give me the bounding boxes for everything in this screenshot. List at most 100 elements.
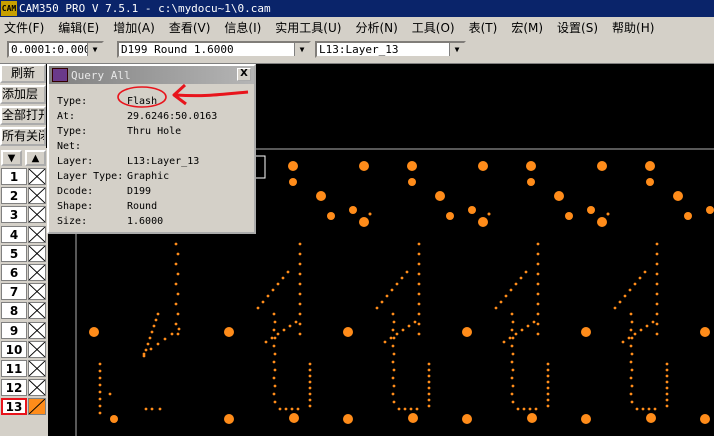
grid-select[interactable]: 0.0001:0.000 ▼ bbox=[7, 41, 104, 58]
pad bbox=[407, 324, 411, 328]
layer-9-swatch[interactable] bbox=[28, 322, 46, 339]
layer-12-button[interactable]: 12 bbox=[1, 379, 27, 396]
chevron-down-icon[interactable]: ▼ bbox=[449, 43, 464, 56]
pad bbox=[298, 292, 302, 296]
chevron-down-icon[interactable]: ▼ bbox=[87, 43, 102, 56]
layer-4-button[interactable]: 4 bbox=[1, 226, 27, 243]
menu-help[interactable]: 帮助(H) bbox=[612, 19, 654, 36]
menu-analysis[interactable]: 分析(N) bbox=[355, 19, 397, 36]
layer-6-button[interactable]: 6 bbox=[1, 264, 27, 281]
pad bbox=[684, 212, 692, 220]
layer-1-swatch[interactable] bbox=[28, 168, 46, 185]
menu-utilities[interactable]: 实用工具(U) bbox=[275, 19, 341, 36]
pad bbox=[272, 328, 276, 332]
pad bbox=[655, 302, 659, 306]
refresh-button[interactable]: 刷新 bbox=[0, 64, 46, 83]
pad bbox=[392, 400, 396, 404]
pad bbox=[655, 262, 659, 266]
pad bbox=[273, 400, 277, 404]
pad bbox=[641, 407, 645, 411]
chevron-down-icon[interactable]: ▼ bbox=[294, 43, 309, 56]
pad bbox=[627, 336, 631, 340]
pad bbox=[270, 336, 274, 340]
pad bbox=[532, 320, 536, 324]
pad bbox=[327, 212, 335, 220]
layer-3-button[interactable]: 3 bbox=[1, 206, 27, 223]
layer-8-button[interactable]: 8 bbox=[1, 302, 27, 319]
layer-11-swatch[interactable] bbox=[28, 360, 46, 377]
pad bbox=[623, 294, 627, 298]
layer-8-swatch[interactable] bbox=[28, 302, 46, 319]
layer-12-swatch[interactable] bbox=[28, 379, 46, 396]
layer-9-button[interactable]: 9 bbox=[1, 322, 27, 339]
pad bbox=[536, 312, 540, 316]
pad bbox=[706, 206, 714, 214]
menu-add[interactable]: 增加(A) bbox=[113, 19, 155, 36]
pad bbox=[272, 376, 276, 380]
pad bbox=[630, 352, 634, 356]
layer-3-swatch[interactable] bbox=[28, 206, 46, 223]
pad bbox=[98, 404, 102, 408]
pad bbox=[665, 368, 669, 372]
add-layer-button[interactable]: 添加层 bbox=[0, 85, 46, 104]
pad bbox=[435, 191, 445, 201]
pad bbox=[629, 328, 633, 332]
layer-down-button[interactable]: ▼ bbox=[1, 150, 22, 166]
menu-settings[interactable]: 设置(S) bbox=[557, 19, 598, 36]
pad bbox=[646, 178, 654, 186]
pad bbox=[308, 404, 312, 408]
layer-13-button[interactable]: 13 bbox=[1, 398, 27, 415]
field-size-value: 1.6000 bbox=[127, 216, 164, 227]
menu-tools[interactable]: 工具(O) bbox=[412, 19, 455, 36]
pad bbox=[651, 320, 655, 324]
layer-2-button[interactable]: 2 bbox=[1, 187, 27, 204]
pad bbox=[581, 414, 591, 424]
menu-macro[interactable]: 宏(M) bbox=[511, 19, 543, 36]
pad bbox=[417, 332, 421, 336]
layer-7-button[interactable]: 7 bbox=[1, 283, 27, 300]
pad bbox=[511, 320, 515, 324]
title-bar: CAM CAM350 PRO V 7.5.1 - c:\mydocu~1\0.c… bbox=[0, 0, 714, 17]
query-icon bbox=[52, 68, 68, 82]
pad bbox=[536, 282, 540, 286]
pad bbox=[298, 332, 302, 336]
layer-10-button[interactable]: 10 bbox=[1, 341, 27, 358]
pad bbox=[546, 392, 550, 396]
pad bbox=[308, 362, 312, 366]
pad bbox=[298, 312, 302, 316]
dcode-select[interactable]: D199 Round 1.6000 ▼ bbox=[117, 41, 311, 58]
pad bbox=[606, 212, 610, 216]
pad bbox=[148, 336, 152, 340]
close-button[interactable]: X bbox=[237, 68, 251, 81]
layer-10-swatch[interactable] bbox=[28, 341, 46, 358]
layer-up-button[interactable]: ▲ bbox=[25, 150, 46, 166]
pad bbox=[427, 386, 431, 390]
pad bbox=[502, 340, 506, 344]
layer-1-button[interactable]: 1 bbox=[1, 168, 27, 185]
layer-4-swatch[interactable] bbox=[28, 226, 46, 243]
menu-file[interactable]: 文件(F) bbox=[4, 19, 44, 36]
dcode-select-value: D199 Round 1.6000 bbox=[121, 43, 234, 56]
pad bbox=[375, 306, 379, 310]
layer-5-button[interactable]: 5 bbox=[1, 245, 27, 262]
menu-info[interactable]: 信息(I) bbox=[224, 19, 261, 36]
pad bbox=[536, 272, 540, 276]
menu-view[interactable]: 查看(V) bbox=[169, 19, 211, 36]
layer-7-swatch[interactable] bbox=[28, 283, 46, 300]
layer-13-swatch[interactable] bbox=[28, 398, 46, 415]
layer-11-button[interactable]: 11 bbox=[1, 360, 27, 377]
pad bbox=[700, 414, 710, 424]
pad bbox=[613, 306, 617, 310]
open-all-button[interactable]: 全部打开 bbox=[0, 106, 46, 125]
close-all-button[interactable]: 所有关闭 bbox=[0, 127, 46, 146]
pad bbox=[417, 242, 421, 246]
pad bbox=[655, 322, 659, 326]
layer-6-swatch[interactable] bbox=[28, 264, 46, 281]
pad bbox=[629, 344, 633, 348]
layer-select[interactable]: L13:Layer_13 ▼ bbox=[315, 41, 466, 58]
menu-edit[interactable]: 编辑(E) bbox=[58, 19, 99, 36]
layer-2-swatch[interactable] bbox=[28, 187, 46, 204]
menu-tables[interactable]: 表(T) bbox=[469, 19, 498, 36]
pad bbox=[487, 212, 491, 216]
layer-5-swatch[interactable] bbox=[28, 245, 46, 262]
